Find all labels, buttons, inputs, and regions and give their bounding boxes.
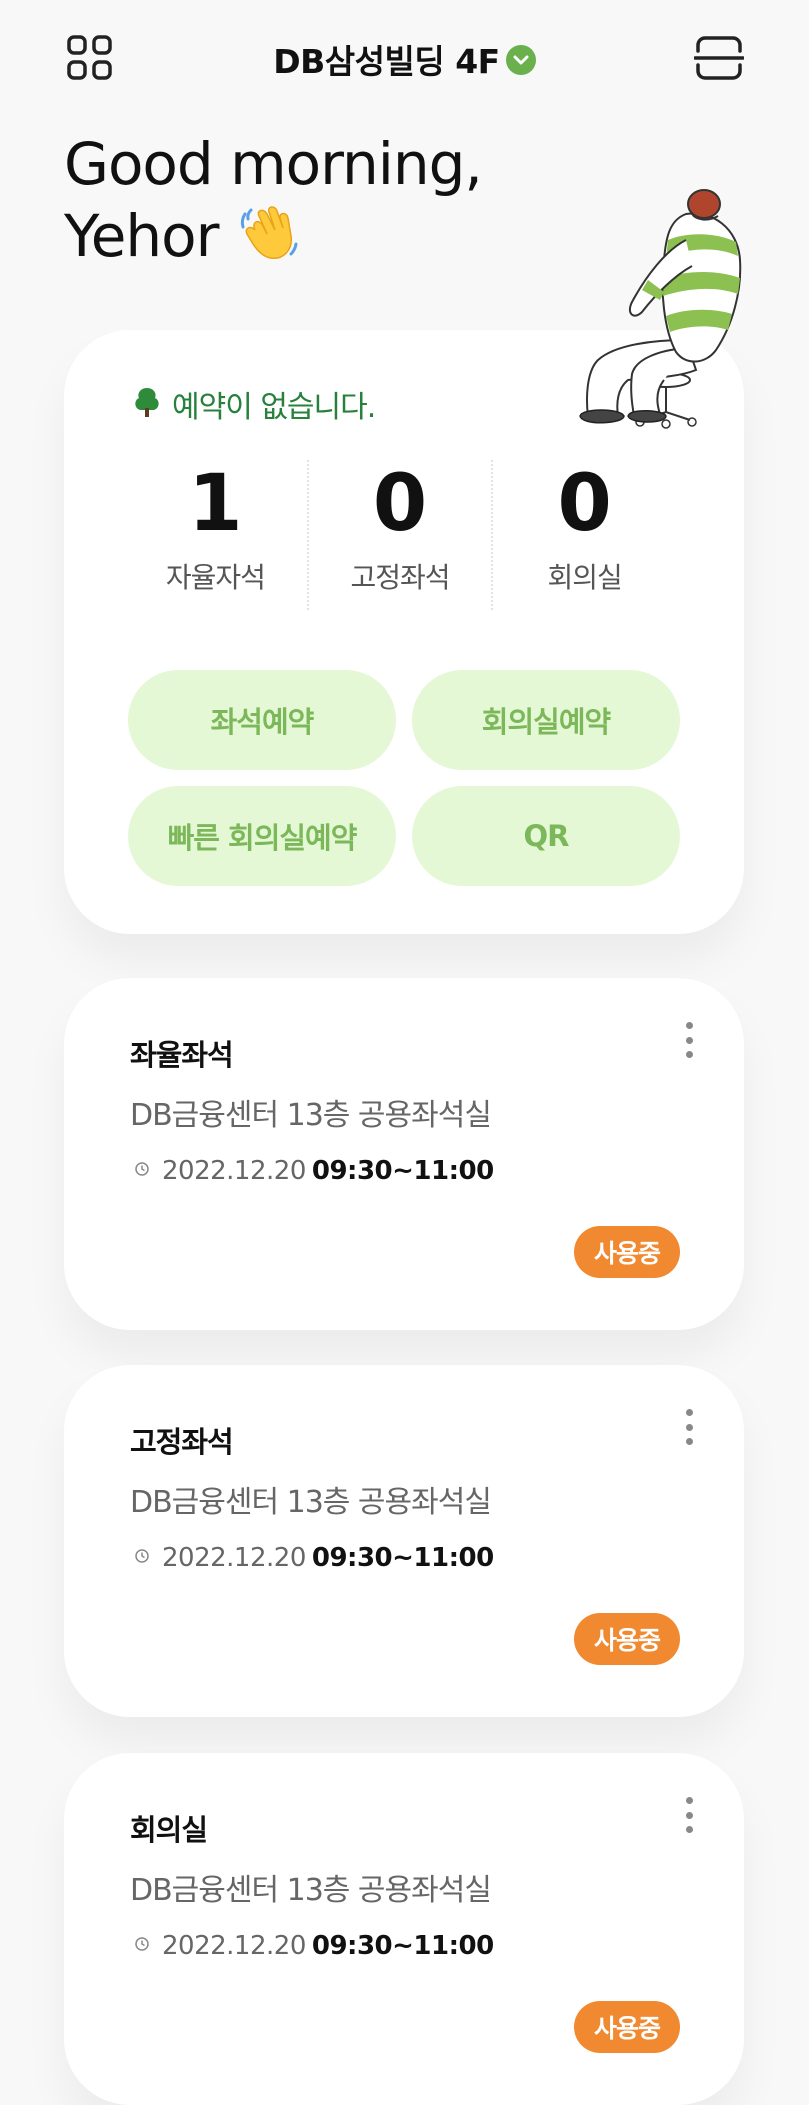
building-selector[interactable]: DB삼성빌딩 4F bbox=[0, 36, 809, 82]
quick-meeting-room-reservation-button[interactable]: 빠른 회의실예약 bbox=[128, 786, 396, 886]
booking-title: 고정좌석 bbox=[130, 1425, 234, 1459]
quick-actions: 좌석예약 회의실예약 빠른 회의실예약 QR bbox=[128, 670, 680, 886]
tree-icon bbox=[132, 386, 162, 422]
booking-stats: 1 자율자석 0 고정좌석 0 회의실 bbox=[124, 460, 676, 610]
greeting: Good morning, Yehor bbox=[64, 128, 483, 280]
stat-flex-seat[interactable]: 1 자율자석 bbox=[124, 460, 307, 610]
booking-time: 2022.12.20 09:30~11:00 bbox=[134, 1931, 494, 1961]
booking-date: 2022.12.20 bbox=[162, 1931, 306, 1961]
stat-fixed-seat[interactable]: 0 고정좌석 bbox=[306, 459, 492, 610]
stat-value: 0 bbox=[372, 459, 428, 549]
booking-location: DB금융센터 13층 공용좌석실 bbox=[130, 1098, 492, 1133]
booking-date: 2022.12.20 bbox=[162, 1156, 306, 1186]
greeting-line1: Good morning, bbox=[64, 130, 483, 198]
meeting-room-reservation-button[interactable]: 회의실예약 bbox=[412, 670, 680, 770]
more-options-icon[interactable] bbox=[674, 1405, 704, 1449]
stat-meeting-room[interactable]: 0 회의실 bbox=[491, 460, 676, 610]
booking-title: 회의실 bbox=[130, 1813, 208, 1847]
status-badge: 사용중 bbox=[573, 1613, 680, 1665]
clock-icon bbox=[134, 1936, 150, 1956]
booking-card[interactable]: 좌율좌석 DB금융센터 13층 공용좌석실 2022.12.20 09:30~1… bbox=[64, 978, 744, 1330]
person-illustration bbox=[536, 180, 756, 440]
status-badge: 사용중 bbox=[573, 1226, 680, 1278]
no-booking-notice: 예약이 없습니다. bbox=[132, 382, 376, 426]
stat-value: 0 bbox=[557, 459, 612, 549]
chevron-down-icon bbox=[505, 45, 536, 75]
booking-time: 2022.12.20 09:30~11:00 bbox=[134, 1156, 494, 1186]
status-badge: 사용중 bbox=[573, 2001, 680, 2053]
clock-icon bbox=[134, 1161, 150, 1181]
booking-location: DB금융센터 13층 공용좌석실 bbox=[130, 1485, 492, 1520]
booking-hours: 09:30~11:00 bbox=[311, 1156, 494, 1186]
waving-hand-icon bbox=[237, 200, 301, 280]
qr-button[interactable]: QR bbox=[412, 786, 680, 886]
booking-time: 2022.12.20 09:30~11:00 bbox=[134, 1543, 494, 1573]
qr-scan-icon[interactable] bbox=[691, 30, 747, 86]
user-name: Yehor bbox=[64, 202, 219, 271]
no-booking-text: 예약이 없습니다. bbox=[172, 390, 376, 425]
stat-label: 자율자석 bbox=[165, 561, 266, 594]
booking-hours: 09:30~11:00 bbox=[311, 1543, 494, 1573]
more-options-icon[interactable] bbox=[674, 1018, 704, 1062]
booking-card[interactable]: 고정좌석 DB금융센터 13층 공용좌석실 2022.12.20 09:30~1… bbox=[64, 1365, 744, 1717]
booking-title: 좌율좌석 bbox=[130, 1038, 234, 1072]
top-bar: DB삼성빌딩 4F bbox=[0, 0, 809, 120]
booking-date: 2022.12.20 bbox=[162, 1543, 306, 1573]
stat-label: 회의실 bbox=[547, 561, 623, 594]
booking-hours: 09:30~11:00 bbox=[311, 1931, 494, 1961]
stat-label: 고정좌석 bbox=[350, 561, 450, 594]
building-title: DB삼성빌딩 4F bbox=[273, 42, 500, 81]
greeting-line2: Yehor bbox=[64, 200, 482, 280]
booking-location: DB금융센터 13층 공용좌석실 bbox=[130, 1873, 492, 1908]
clock-icon bbox=[134, 1548, 150, 1568]
more-options-icon[interactable] bbox=[674, 1793, 704, 1837]
booking-card[interactable]: 회의실 DB금융센터 13층 공용좌석실 2022.12.20 09:30~11… bbox=[64, 1753, 744, 2105]
seat-reservation-button[interactable]: 좌석예약 bbox=[128, 670, 396, 770]
stat-value: 1 bbox=[188, 459, 243, 549]
